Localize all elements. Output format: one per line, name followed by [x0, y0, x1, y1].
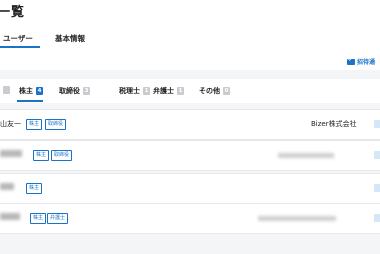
user-name: 山友一	[0, 120, 21, 128]
role-tag: 取締役	[45, 119, 67, 130]
invite-label: 招待通	[357, 59, 376, 66]
mail-icon	[347, 59, 355, 65]
page-header: 一覧 ユーザー 基本情報 招待通	[0, 0, 380, 70]
filter-count: 0	[223, 87, 230, 95]
filter-label: 取締役	[59, 87, 80, 95]
role-tag: 株主	[26, 119, 43, 130]
role-tag: 株主	[30, 213, 47, 224]
filter-label: 税理士	[119, 87, 140, 95]
company-name: Bizer株式会社	[311, 120, 357, 128]
filter-tax-accountant[interactable]: 税理士 1	[119, 86, 150, 96]
filter-count: 4	[36, 87, 43, 95]
user-name	[0, 213, 20, 221]
filter-label: 株主	[19, 87, 33, 95]
filter-lawyer[interactable]: 弁護士 1	[153, 86, 184, 96]
filter-shareholder[interactable]: 株主 4	[19, 86, 43, 96]
role-tag: 株主	[33, 150, 50, 161]
redacted-company	[278, 153, 334, 158]
filter-label: その他	[199, 87, 220, 95]
filter-director[interactable]: 取締役 3	[59, 86, 90, 96]
redacted-name	[0, 183, 14, 190]
role-filter-bar: 株主 4 取締役 3 税理士 1 弁護士 1 その他 0	[0, 79, 380, 103]
row-action-button[interactable]	[374, 151, 380, 159]
user-card[interactable]: 株主	[0, 173, 380, 204]
role-tag: 株主	[26, 183, 43, 194]
redacted-name	[0, 213, 20, 220]
user-name	[0, 150, 22, 158]
filter-hidden-all[interactable]	[3, 86, 13, 97]
invite-link[interactable]: 招待通	[347, 57, 375, 66]
tab-users[interactable]: ユーザー	[3, 33, 33, 44]
row-action-button[interactable]	[374, 120, 380, 128]
tab-basic-info[interactable]: 基本情報	[55, 33, 85, 44]
role-tag: 取締役	[51, 150, 73, 161]
filter-label: 弁護士	[153, 87, 174, 95]
active-tab-indicator	[0, 46, 40, 48]
user-name	[0, 183, 14, 191]
user-card[interactable]: 山友一 株主 取締役 Bizer株式会社	[0, 109, 380, 140]
row-action-button[interactable]	[374, 214, 380, 222]
role-tag: 弁護士	[47, 213, 69, 224]
active-filter-indicator	[17, 100, 43, 102]
filter-count: 1	[143, 87, 150, 95]
redacted-name	[0, 150, 22, 157]
filter-count: 3	[83, 87, 90, 95]
filter-count	[3, 86, 10, 94]
row-action-button[interactable]	[374, 184, 380, 192]
filter-other[interactable]: その他 0	[199, 86, 230, 96]
user-card[interactable]: 株主 弁護士	[0, 203, 380, 234]
user-card[interactable]: 株主 取締役	[0, 140, 380, 171]
redacted-company	[258, 216, 336, 221]
page-title: 一覧	[0, 5, 26, 20]
filter-count: 1	[177, 87, 184, 95]
